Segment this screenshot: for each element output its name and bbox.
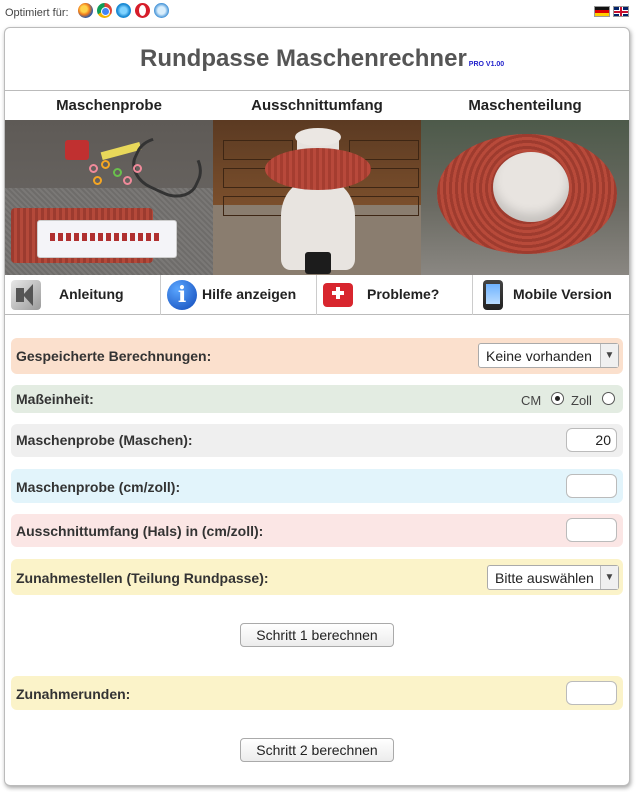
safari-icon[interactable]	[154, 3, 169, 18]
increase-rounds-row: Zunahmerunden:	[11, 676, 623, 710]
german-flag-icon[interactable]	[594, 6, 610, 17]
nav-help[interactable]: i Hilfe anzeigen	[161, 275, 317, 315]
unit-radio-zoll[interactable]	[602, 392, 615, 405]
photo-stitch-marker	[123, 176, 132, 185]
info-icon: i	[167, 280, 197, 310]
saved-calculations-label: Gespeicherte Berechnungen:	[16, 348, 212, 364]
gauge-stitches-input[interactable]: 20	[566, 428, 617, 452]
gauge-length-label: Maschenprobe (cm/zoll):	[16, 479, 181, 495]
photo-bust-disc	[493, 152, 569, 222]
unit-radio-cm[interactable]	[551, 392, 564, 405]
nav-help-label: Hilfe anzeigen	[202, 286, 297, 302]
title-text: Rundpasse Maschenrechner	[140, 45, 467, 72]
nav-instructions-label: Anleitung	[59, 286, 124, 302]
chrome-icon[interactable]	[97, 3, 112, 18]
nav-mobile[interactable]: Mobile Version	[473, 275, 629, 315]
photo-knitting-gauge	[37, 220, 177, 258]
photo-stitch-marker	[93, 176, 102, 185]
ie-icon[interactable]	[116, 3, 131, 18]
photo-bust-top	[295, 128, 341, 146]
unit-option-zoll-label: Zoll	[571, 393, 592, 408]
opera-icon[interactable]	[135, 3, 150, 18]
photo-stitch-marker	[89, 164, 98, 173]
gauge-stitches-row: Maschenprobe (Maschen): 20	[11, 424, 623, 457]
unit-label: Maßeinheit:	[16, 391, 94, 407]
increase-rounds-input[interactable]	[566, 681, 617, 705]
calculate-step1-button[interactable]: Schritt 1 berechnen	[240, 623, 394, 647]
unit-row: Maßeinheit: CM Zoll	[11, 385, 623, 413]
nav-instructions[interactable]: Anleitung	[5, 275, 161, 315]
gauge-photo[interactable]	[5, 120, 213, 275]
nav-mobile-label: Mobile Version	[513, 286, 612, 302]
neckline-input[interactable]	[566, 518, 617, 542]
increase-rounds-label: Zunahmerunden:	[16, 686, 131, 702]
chevron-down-icon: ▼	[600, 566, 618, 589]
unit-option-cm-label: CM	[521, 393, 542, 408]
nav-problems-label: Probleme?	[367, 286, 440, 302]
nav-bar: Anleitung i Hilfe anzeigen Probleme? Mob…	[5, 275, 629, 315]
top-bar: Optimiert für:	[0, 0, 636, 24]
photo-yarn-spool	[65, 140, 89, 160]
chevron-down-icon: ▼	[600, 344, 618, 367]
unit-radio-group: CM Zoll	[521, 392, 615, 408]
gauge-stitches-label: Maschenprobe (Maschen):	[16, 432, 193, 448]
saved-calculations-value: Keine vorhanden	[486, 348, 592, 364]
division-photo[interactable]	[421, 120, 629, 275]
increase-points-select[interactable]: Bitte auswählen ▼	[487, 565, 619, 590]
first-aid-kit-icon	[323, 283, 353, 307]
english-flag-icon[interactable]	[613, 6, 629, 17]
photo-stitch-marker	[101, 160, 110, 169]
section-label-gauge[interactable]: Maschenprobe	[5, 97, 213, 114]
photo-bust-stand	[305, 252, 331, 274]
firefox-icon[interactable]	[78, 3, 93, 18]
increase-points-row: Zunahmestellen (Teilung Rundpasse): Bitt…	[11, 559, 623, 595]
speaker-icon	[11, 280, 41, 310]
section-label-neckline[interactable]: Ausschnittumfang	[213, 97, 421, 114]
saved-calculations-row: Gespeicherte Berechnungen: Keine vorhand…	[11, 338, 623, 374]
saved-calculations-select[interactable]: Keine vorhanden ▼	[478, 343, 619, 368]
section-gallery: Maschenprobe Ausschnittumfang Maschentei…	[5, 91, 629, 275]
neckline-photo[interactable]	[213, 120, 421, 275]
photo-knit-collar	[265, 148, 371, 190]
title-bar: Rundpasse Maschenrechner PRO V1.00	[5, 28, 629, 91]
page-title: Rundpasse Maschenrechner PRO V1.00	[140, 45, 504, 73]
increase-points-label: Zunahmestellen (Teilung Rundpasse):	[16, 570, 269, 586]
photo-drawer	[349, 196, 419, 216]
photo-stitch-marker	[133, 164, 142, 173]
photo-stitch-marker	[113, 168, 122, 177]
gauge-length-input[interactable]	[566, 474, 617, 498]
section-label-division[interactable]: Maschenteilung	[421, 97, 629, 114]
gauge-length-row: Maschenprobe (cm/zoll):	[11, 469, 623, 503]
calculator-panel: Rundpasse Maschenrechner PRO V1.00 Masche…	[4, 27, 630, 786]
version-badge: PRO V1.00	[468, 61, 505, 68]
nav-problems[interactable]: Probleme?	[317, 275, 473, 315]
increase-points-value: Bitte auswählen	[495, 570, 594, 586]
neckline-label: Ausschnittumfang (Hals) in (cm/zoll):	[16, 523, 264, 539]
smartphone-icon	[483, 280, 503, 310]
calculate-step2-button[interactable]: Schritt 2 berechnen	[240, 738, 394, 762]
optimized-for-label: Optimiert für:	[5, 7, 69, 19]
neckline-row: Ausschnittumfang (Hals) in (cm/zoll):	[11, 514, 623, 547]
